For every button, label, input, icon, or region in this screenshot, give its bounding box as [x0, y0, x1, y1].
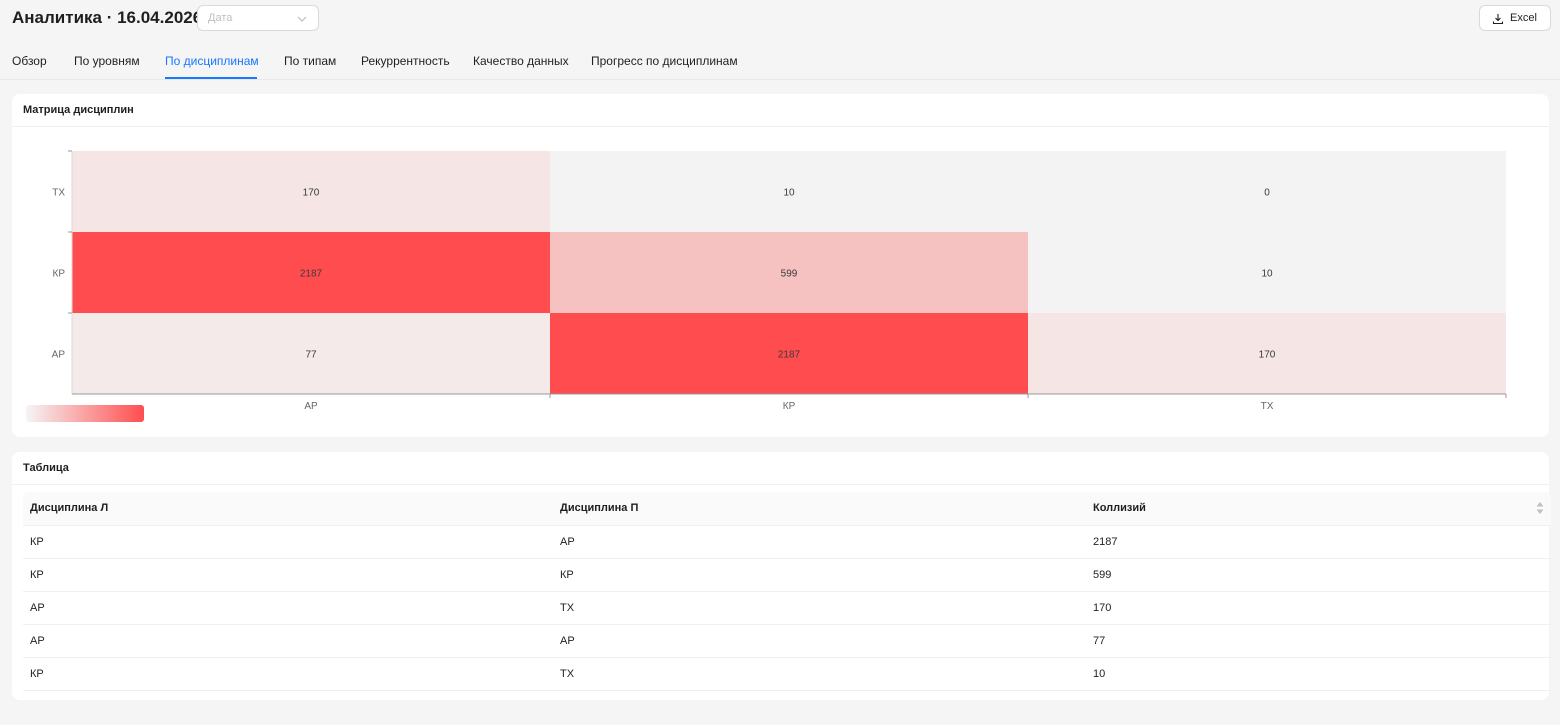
cell-discipline-right: АР: [560, 635, 575, 647]
heatmap-cell-label: 10: [783, 188, 795, 199]
sort-icon[interactable]: [1535, 501, 1545, 515]
table-row: АР ТХ 170: [23, 592, 1551, 625]
cell-collisions: 2187: [1093, 536, 1118, 548]
discipline-heatmap: 170 10 0 2187 599 10 77 2187 170 ТХ КР АР АР КР ТХ: [26, 150, 1507, 422]
heatmap-cell-label: 170: [1259, 350, 1276, 361]
cell-discipline-right: КР: [560, 569, 574, 581]
color-scale-legend: [26, 405, 144, 422]
x-axis-label: АР: [304, 401, 318, 412]
x-axis-label: КР: [783, 401, 796, 412]
heatmap-cell-label: 77: [305, 350, 317, 361]
tab-disciplines[interactable]: По дисциплинам: [165, 54, 259, 68]
heatmap-cell-label: 170: [303, 188, 320, 199]
tab-bar: Обзор По уровням По дисциплинам По типам…: [0, 44, 1560, 80]
table-card: Таблица Дисциплина Л Дисциплина П Коллиз…: [12, 452, 1551, 700]
top-bar: Аналитика · 16.04.2026 Дата Excel Обзор …: [0, 0, 1560, 80]
tab-data-quality[interactable]: Качество данных: [473, 54, 569, 68]
cell-discipline-left: АР: [30, 635, 45, 647]
cell-discipline-right: ТХ: [560, 602, 575, 614]
x-axis-label: ТХ: [1261, 401, 1274, 412]
heatmap-cell-label: 0: [1264, 188, 1270, 199]
cell-discipline-left: АР: [30, 602, 45, 614]
cell-discipline-right: АР: [560, 536, 575, 548]
cell-collisions: 599: [1093, 569, 1112, 581]
cell-collisions: 170: [1093, 602, 1112, 614]
table-card-header: Таблица: [12, 452, 1549, 485]
y-axis-label: ТХ: [52, 188, 65, 199]
cell-collisions: 10: [1093, 668, 1106, 680]
heatmap-cell-label: 599: [781, 269, 798, 280]
export-label: Excel: [1510, 12, 1537, 24]
y-axis-label: КР: [53, 269, 66, 280]
date-placeholder: Дата: [208, 12, 233, 24]
y-axis-label: АР: [52, 350, 66, 361]
cell-discipline-left: КР: [30, 536, 44, 548]
table-row: КР КР 599: [23, 559, 1551, 592]
tab-overview[interactable]: Обзор: [12, 54, 47, 68]
heatmap-cell-label: 10: [1261, 269, 1273, 280]
table-header: Дисциплина Л Дисциплина П Коллизий: [23, 492, 1551, 526]
tab-levels[interactable]: По уровням: [74, 54, 140, 68]
heatmap-cell-label: 2187: [300, 269, 323, 280]
matrix-title: Матрица дисциплин: [23, 104, 134, 116]
cell-collisions: 77: [1093, 635, 1106, 647]
download-icon: [1492, 14, 1504, 25]
cell-discipline-left: КР: [30, 569, 44, 581]
matrix-card: Матрица дисциплин 170 10 0 2187 599 10 77 2187 1…: [12, 94, 1549, 437]
tab-types[interactable]: По типам: [284, 54, 336, 68]
chevron-down-icon: [297, 16, 307, 22]
column-header-collisions[interactable]: Коллизий: [1093, 502, 1146, 514]
page-title: Аналитика · 16.04.2026: [12, 8, 203, 27]
table-row: КР ТХ 10: [23, 658, 1551, 691]
table-title: Таблица: [23, 462, 69, 474]
heatmap-cell-label: 2187: [778, 350, 801, 361]
export-excel-button[interactable]: Excel: [1479, 5, 1551, 31]
table-row: АР АР 77: [23, 625, 1551, 658]
active-tab-indicator: [165, 77, 257, 79]
cell-discipline-left: КР: [30, 668, 44, 680]
tab-discipline-progress[interactable]: Прогресс по дисциплинам: [591, 54, 738, 68]
column-header-discipline-left: Дисциплина Л: [30, 502, 109, 514]
column-header-discipline-right: Дисциплина П: [560, 502, 639, 514]
tab-recurrence[interactable]: Рекуррентность: [361, 54, 450, 68]
cell-discipline-right: ТХ: [560, 668, 575, 680]
table-row: КР АР 2187: [23, 526, 1551, 559]
matrix-card-header: Матрица дисциплин: [12, 94, 1549, 127]
date-picker[interactable]: Дата: [197, 5, 319, 31]
